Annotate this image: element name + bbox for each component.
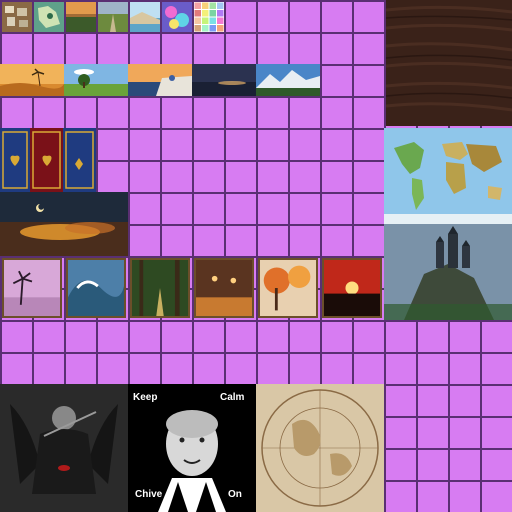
- palm-sunset: [2, 258, 62, 318]
- landscape-icon: [66, 2, 96, 32]
- forest-path: [130, 258, 190, 318]
- moonlit-clouds: [0, 192, 128, 256]
- map-icon: [34, 2, 64, 32]
- meme-keep-text: Keep: [133, 392, 158, 403]
- cliff-castle: [384, 224, 512, 320]
- autumn-trees: [258, 258, 318, 318]
- desert-palm: [0, 64, 64, 96]
- antique-map: [256, 384, 384, 512]
- wood-texture: [386, 0, 512, 126]
- meme-chive-text: Chive: [135, 489, 163, 500]
- snowy-mountain: [256, 64, 320, 96]
- road-icon: [98, 2, 128, 32]
- green-field-tree: [64, 64, 128, 96]
- keep-calm-chive-on: Keep Calm Chive On: [128, 384, 256, 512]
- texture-atlas: Keep Calm Chive On: [0, 0, 512, 512]
- red-sunset: [322, 258, 382, 318]
- world-map: [384, 128, 512, 224]
- grim-reaper-flute: [0, 384, 128, 512]
- coastline-icon: [130, 2, 160, 32]
- colorful-blur-icon: [162, 2, 192, 32]
- autumn-street: [194, 258, 254, 318]
- color-grid-icon: [194, 2, 224, 32]
- heraldic-banners: [0, 128, 96, 192]
- meme-on-text: On: [228, 489, 242, 500]
- meme-calm-text: Calm: [220, 392, 245, 403]
- ocean-wave: [66, 258, 126, 318]
- santorini-sunset: [128, 64, 192, 96]
- corkboard-icon: [2, 2, 32, 32]
- night-sea: [192, 64, 256, 96]
